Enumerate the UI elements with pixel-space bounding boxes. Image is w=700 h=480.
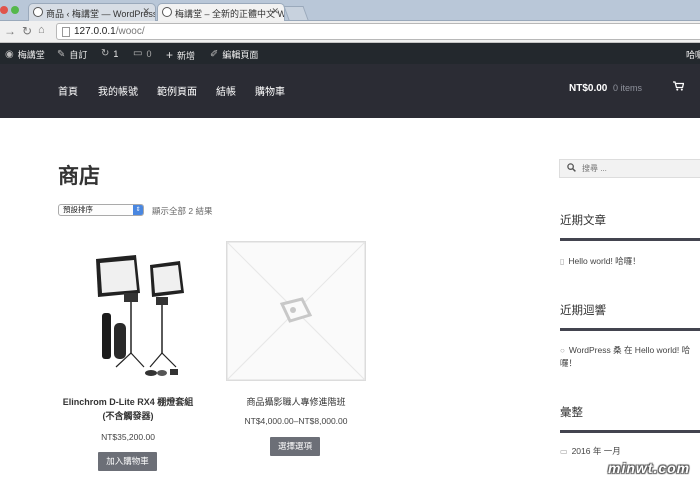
admin-site-link[interactable]: ◉ 梅講堂 [5, 48, 45, 61]
product-title-line: (不含觸發器) [102, 411, 154, 421]
sort-selected-value: 預設排序 [63, 205, 93, 214]
url-text: 127.0.0.1/wooc/ [74, 26, 145, 37]
search-input[interactable] [582, 164, 692, 173]
widget-title-archives: 彙整 [560, 407, 583, 419]
tab-title: 商品 ‹ 梅講堂 — WordPress [46, 9, 156, 19]
recent-comment-item[interactable]: ○ WordPress 桑 在 Hello world! 哈 囉！ [560, 344, 700, 370]
document-icon: ▯ [560, 257, 565, 266]
tab-close-icon[interactable]: ✕ [271, 6, 279, 17]
address-bar[interactable]: 127.0.0.1/wooc/ [56, 23, 700, 40]
select-options-button[interactable]: 選擇選項 [270, 437, 320, 456]
page-title: 商店 [58, 165, 100, 188]
dashboard-icon: ◉ [5, 49, 14, 60]
window-close-icon[interactable] [0, 6, 8, 14]
recent-post-link[interactable]: Hello world! 哈囉！ [568, 256, 640, 266]
comment-icon: ▭ [133, 48, 143, 59]
product-image-lighting-kit[interactable] [58, 241, 198, 381]
plus-icon: + [166, 48, 174, 62]
product-title-line: 商品攝影職人專修進階班 [246, 397, 346, 407]
browser-tab-site[interactable]: 梅講堂 – 全新的正體中文 Wo ✕ [157, 3, 285, 21]
admin-updates-link[interactable]: ↻ 1 [101, 48, 118, 59]
product-title[interactable]: Elinchrom D-Lite RX4 棚燈套組 (不含觸發器) [58, 395, 198, 423]
admin-user-menu[interactable]: 哈囉 [686, 48, 700, 61]
browser-toolbar: → ↻ ⌂ 127.0.0.1/wooc/ [0, 21, 700, 43]
home-icon[interactable]: ⌂ [38, 24, 45, 36]
select-arrows-icon: ⇕ [133, 205, 143, 215]
user-greeting: 哈囉 [686, 50, 700, 60]
admin-customize-link[interactable]: ✎ 自訂 [57, 48, 87, 61]
browser-tabbar: 商品 ‹ 梅講堂 — WordPress ✕ 梅講堂 – 全新的正體中文 Wo … [0, 0, 700, 21]
cart-icon[interactable] [673, 81, 685, 94]
cart-total[interactable]: NT$0.00 [569, 83, 607, 94]
add-to-cart-button[interactable]: 加入購物車 [98, 452, 157, 471]
brush-icon: ✎ [57, 49, 66, 60]
new-label: 新增 [177, 50, 196, 61]
admin-new-link[interactable]: + 新增 [166, 48, 195, 62]
menu-item-home[interactable]: 首頁 [58, 83, 78, 98]
tab-title: 梅講堂 – 全新的正體中文 Wo [175, 9, 285, 19]
watermark: minwt.com [608, 460, 691, 476]
customize-label: 自訂 [69, 50, 88, 60]
wordpress-favicon-icon [162, 7, 172, 17]
widget-divider [560, 430, 700, 433]
result-count: 顯示全部 2 結果 [152, 206, 213, 216]
archive-item[interactable]: ▭ 2016 年 一月 [560, 445, 621, 458]
product-price: NT$4,000.00–NT$8,000.00 [244, 416, 348, 426]
archive-link[interactable]: 2016 年 一月 [572, 446, 621, 456]
comments-count: 0 [146, 48, 152, 59]
product-title[interactable]: 商品攝影職人專修進階班 [226, 395, 366, 409]
wp-admin-bar: ◉ 梅講堂 ✎ 自訂 ↻ 1 ▭ 0 + 新增 ✐ 編輯頁面 哈囉 [0, 43, 700, 64]
page-icon [62, 27, 70, 37]
product-title-line: Elinchrom D-Lite RX4 棚燈套組 [62, 397, 194, 407]
menu-item-sample-page[interactable]: 範例頁面 [157, 83, 197, 98]
search-icon [567, 163, 576, 175]
new-tab-button[interactable] [283, 6, 309, 20]
sort-select[interactable]: 預設排序 ⇕ [58, 204, 144, 216]
product-image-placeholder[interactable] [225, 240, 367, 382]
site-header: 首頁 我的帳號 範例頁面 結帳 購物車 NT$0.00 0 items [0, 64, 700, 118]
reload-icon[interactable]: ↻ [22, 24, 32, 38]
site-name: 梅講堂 [17, 50, 45, 60]
tab-close-icon[interactable]: ✕ [142, 6, 150, 17]
recent-comment-text-cont[interactable]: 囉！ [560, 357, 700, 370]
wordpress-favicon-icon [33, 7, 43, 17]
browser-tab-admin[interactable]: 商品 ‹ 梅講堂 — WordPress ✕ [28, 3, 156, 21]
recent-post-item[interactable]: ▯ Hello world! 哈囉！ [560, 255, 641, 268]
edit-page-label: 編輯頁面 [222, 50, 259, 60]
window-zoom-icon[interactable] [11, 6, 19, 14]
widget-title-recent-posts: 近期文章 [560, 215, 606, 227]
menu-item-checkout[interactable]: 結帳 [216, 83, 236, 98]
product-price: NT$35,200.00 [101, 432, 155, 442]
widget-title-recent-comments: 近期迴響 [560, 305, 606, 317]
admin-comments-link[interactable]: ▭ 0 [133, 48, 151, 59]
pencil-icon: ✐ [210, 49, 219, 60]
back-icon[interactable]: → [4, 24, 16, 38]
menu-item-account[interactable]: 我的帳號 [98, 83, 138, 98]
admin-edit-page-link[interactable]: ✐ 編輯頁面 [210, 48, 258, 61]
folder-icon: ▭ [560, 447, 568, 456]
comment-icon: ○ [560, 346, 565, 355]
cart-count[interactable]: 0 items [613, 83, 642, 93]
widget-divider [560, 238, 700, 241]
recent-comment-text[interactable]: WordPress 桑 在 Hello world! 哈 [569, 345, 690, 355]
refresh-icon: ↻ [101, 48, 110, 59]
widget-divider [560, 328, 700, 331]
menu-item-cart[interactable]: 購物車 [255, 83, 285, 98]
sidebar-search[interactable] [559, 159, 700, 178]
updates-count: 1 [113, 48, 119, 59]
